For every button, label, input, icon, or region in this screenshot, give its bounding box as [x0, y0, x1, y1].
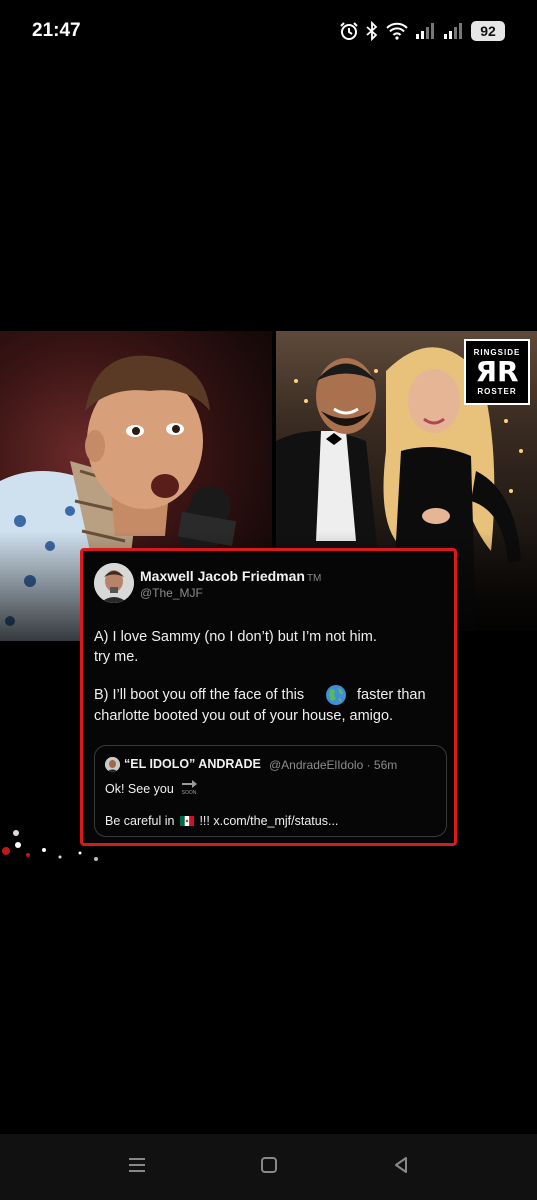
- svg-text:SOON: SOON: [182, 790, 197, 795]
- quoted-avatar: [105, 757, 120, 772]
- soon-arrow-icon: SOON: [179, 779, 199, 796]
- bluetooth-icon: [365, 21, 379, 41]
- author-name: Maxwell Jacob Friedman TM: [140, 568, 321, 584]
- quoted-text-line: Ok! See you: [105, 782, 174, 796]
- home-button[interactable]: [256, 1154, 282, 1180]
- back-icon: [391, 1155, 411, 1180]
- battery-icon: 92: [471, 21, 505, 41]
- ringside-roster-logo: RINGSIDE ЯR ROSTER: [464, 339, 530, 405]
- home-icon: [259, 1155, 279, 1180]
- tweet-line: try me.: [94, 649, 139, 665]
- tweet-line: faster than: [357, 687, 426, 703]
- recent-apps-button[interactable]: [124, 1154, 150, 1180]
- tweet-line: B) I’ll boot you off the face of this: [94, 687, 305, 703]
- alarm-icon: [339, 21, 359, 41]
- mexico-flag-icon: [179, 815, 194, 826]
- author-name-text: Maxwell Jacob Friedman: [140, 568, 305, 584]
- navigation-bar: [0, 1134, 537, 1200]
- author-handle: @The_MJF: [140, 586, 203, 600]
- tweet-card: Maxwell Jacob Friedman TM @The_MJF A) I l…: [80, 548, 457, 846]
- quoted-text-line: Be careful in !!! x.com/the_mjf/status..…: [105, 814, 338, 828]
- quoted-author-name: “EL IDOLO” ANDRADE: [124, 757, 261, 771]
- author-avatar: [94, 563, 134, 603]
- tweet-line: A) I love Sammy (no I don’t) but I’m not…: [94, 629, 377, 645]
- logo-mark: ЯR: [475, 355, 519, 388]
- quoted-text-part: !!! x.com/the_mjf/status...: [199, 814, 339, 828]
- signal-icon: [415, 21, 437, 41]
- logo-bottom-text: ROSTER: [477, 387, 517, 396]
- quoted-text-part: Be careful in: [105, 814, 175, 828]
- wifi-icon: [385, 21, 409, 41]
- quoted-meta: @AndradeElIdolo · 56m: [269, 758, 398, 772]
- menu-icon: [126, 1155, 148, 1180]
- status-icons: 92: [339, 19, 505, 43]
- status-bar: 21:47 92: [0, 0, 537, 62]
- clock: 21:47: [32, 20, 81, 41]
- trademark-label: TM: [306, 573, 322, 584]
- signal-icon: [443, 21, 465, 41]
- back-button[interactable]: [388, 1154, 414, 1180]
- quoted-tweet[interactable]: “EL IDOLO” ANDRADE @AndradeElIdolo · 56m…: [94, 745, 447, 837]
- globe-icon: [325, 684, 347, 706]
- tweet-line: charlotte booted you out of your house, …: [94, 708, 394, 724]
